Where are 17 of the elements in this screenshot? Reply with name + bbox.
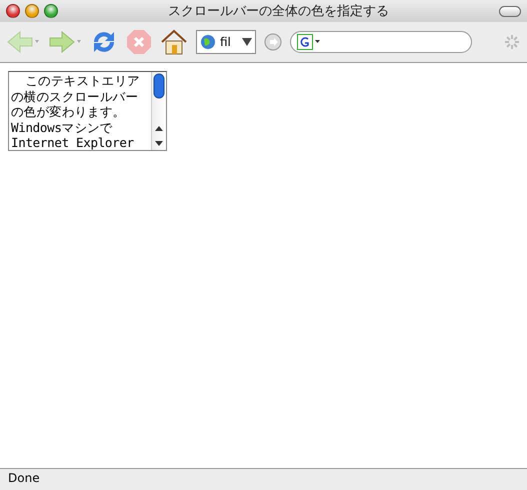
search-field[interactable] (290, 31, 472, 53)
window-title: スクロールバーの全体の色を指定する (167, 3, 390, 20)
home-icon[interactable] (160, 28, 188, 56)
text-area[interactable]: このテキストエリア の横のスクロールバー の色が変わります。 Windowsマシンで Internet Explorer (8, 71, 167, 151)
dropdown-arrow-icon (242, 38, 252, 46)
status-bar: Done (0, 468, 527, 490)
minimize-button[interactable] (25, 4, 39, 18)
go-icon[interactable] (264, 33, 282, 51)
scroll-thumb[interactable] (152, 72, 166, 100)
zoom-button[interactable] (44, 4, 58, 18)
search-engine-icon (297, 34, 321, 50)
loading-spinner-icon (503, 33, 521, 51)
scrollbar[interactable] (151, 72, 166, 150)
toolbar-toggle-button[interactable] (499, 6, 521, 16)
close-button[interactable] (6, 4, 20, 18)
globe-icon (200, 34, 216, 50)
location-field[interactable]: fil (196, 30, 256, 54)
